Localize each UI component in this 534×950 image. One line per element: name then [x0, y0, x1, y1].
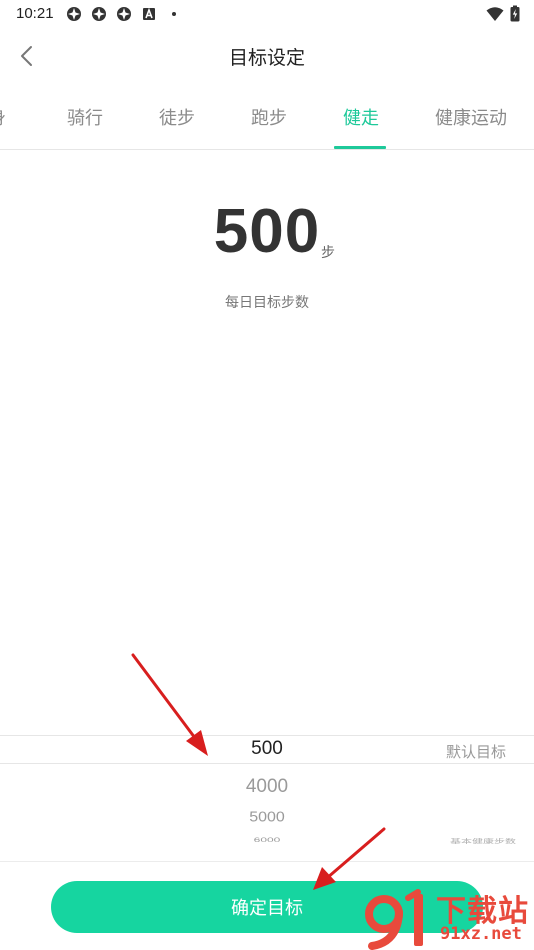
watermark-url: 91xz.net	[440, 924, 522, 944]
more-dot-icon	[172, 12, 176, 16]
goal-unit: 步	[321, 245, 335, 261]
tab-fitness[interactable]: 身	[0, 104, 6, 130]
picker-option[interactable]: 4000	[0, 776, 534, 798]
keyboard-a-icon	[143, 7, 155, 20]
picker-option-note: 基本健康步数	[450, 838, 516, 846]
battery-charging-icon	[510, 5, 520, 22]
tab-cycling[interactable]: 骑行	[67, 104, 103, 130]
picker-option[interactable]: 5000	[0, 810, 534, 826]
picker-selected-note: 默认目标	[445, 743, 506, 761]
app-notification-icon	[117, 7, 131, 21]
goal-picker[interactable]: 500 默认目标 4000 5000 6000 基本健康步数	[0, 735, 534, 862]
tab-walking[interactable]: 健走	[343, 104, 379, 130]
wifi-icon	[486, 6, 504, 21]
active-tab-indicator	[334, 146, 386, 149]
tab-health-exercise[interactable]: 健康运动	[435, 104, 507, 130]
goal-setting-screen: 10:21 目标设定 身 骑行 徒步 跑步 健走 健康运动 500 步 每日目标	[0, 0, 534, 950]
system-status-icons	[486, 5, 520, 22]
app-notification-icon	[92, 7, 106, 21]
page-title: 目标设定	[228, 47, 305, 69]
goal-caption: 每日目标步数	[225, 295, 309, 311]
app-notification-icon	[67, 7, 81, 21]
status-bar: 10:21	[0, 0, 534, 28]
tab-hiking[interactable]: 徒步	[159, 104, 195, 130]
top-app-bar: 目标设定	[0, 28, 534, 84]
status-time: 10:21	[16, 5, 54, 22]
goal-number: 500	[213, 197, 321, 266]
picker-divider	[0, 861, 534, 862]
picker-divider	[0, 763, 534, 764]
site-watermark: 下载站 91xz.net	[358, 884, 534, 950]
goal-value-display: 500	[0, 196, 534, 267]
sport-type-tabs: 身 骑行 徒步 跑步 健走 健康运动	[0, 84, 534, 150]
picker-divider	[0, 735, 534, 736]
watermark-logo-icon	[365, 889, 423, 950]
notification-icons	[66, 6, 182, 22]
tab-running[interactable]: 跑步	[251, 104, 287, 130]
